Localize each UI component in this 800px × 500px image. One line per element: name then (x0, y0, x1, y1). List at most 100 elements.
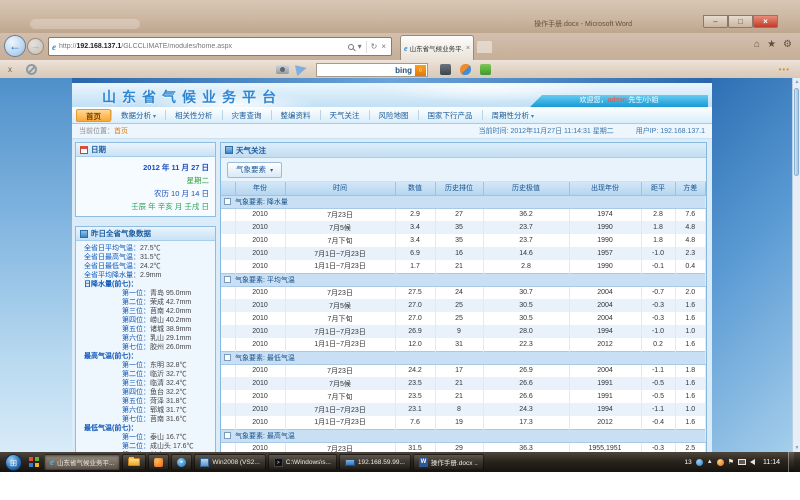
taskbar-button-cmd[interactable]: >C:\Windows\s... (268, 454, 337, 470)
table-row[interactable]: 20107月1日~7月23日23.1824.31994-1.11.0 (221, 403, 706, 416)
group-checkbox[interactable] (224, 276, 231, 283)
tab-close-icon[interactable]: × (466, 45, 470, 52)
taskbar-button-orange[interactable] (148, 454, 169, 470)
vertical-scrollbar[interactable]: ▲ ▼ (792, 78, 800, 452)
table-row[interactable]: 20107月下旬23.52126.61991-0.51.6 (221, 390, 706, 403)
firefox-tray-icon[interactable] (717, 459, 724, 466)
close-button[interactable]: × (753, 15, 778, 28)
new-tab-stub[interactable] (477, 41, 492, 53)
browser-tab[interactable]: e 山东省气候业务平... × (400, 35, 474, 60)
taskbar-button-rdp[interactable]: 192.168.59.99... (339, 454, 411, 470)
table-row[interactable]: 20107月23日27.52430.72004-0.72.0 (221, 286, 706, 299)
nav-item-2[interactable]: 相关性分析 (166, 109, 222, 122)
system-tray: 13 ▲ ⚑ 11:14 (685, 452, 798, 472)
tray-badge[interactable]: 13 (685, 459, 692, 466)
home-icon[interactable]: ⌂ (754, 39, 760, 50)
hidden-icons-arrow[interactable]: ▲ (707, 459, 713, 465)
taskbar-button-media[interactable]: ▸ (171, 454, 192, 470)
start-button[interactable]: ⊞ (5, 454, 22, 471)
finder-icon[interactable] (440, 64, 451, 75)
nav-item-1[interactable]: 数据分析▾ (112, 109, 165, 122)
table-row[interactable]: 20107月5候27.02530.52004-0.31.6 (221, 299, 706, 312)
table-cell: 30.5 (483, 312, 569, 325)
rank-label: 第三位： (122, 308, 150, 315)
table-cell: 1974 (569, 208, 641, 221)
taskbar-button-ie[interactable]: e山东省气候业务平... (44, 454, 120, 470)
taskbar-button-folder[interactable] (122, 454, 146, 470)
table-row[interactable]: 20107月1日~7月23日6.91614.61957-1.02.3 (221, 247, 706, 260)
send-icon[interactable] (295, 63, 308, 76)
url-dropdown-icon[interactable]: ▾ (358, 42, 362, 51)
table-row[interactable]: 20101月1日~7月23日1.7212.81990-0.10.4 (221, 260, 706, 273)
address-bar[interactable]: e http://192.168.137.1/GLCCLIMATE/module… (48, 37, 392, 56)
table-cell: 2010 (235, 390, 285, 403)
nav-item-3[interactable]: 灾害查询 (223, 109, 271, 122)
volume-icon[interactable] (750, 459, 755, 465)
taskbar-button-word[interactable]: W操作手册.docx .. (413, 454, 484, 470)
weather-rank-row: 第四位：崂山 40.2mm (76, 316, 215, 325)
rank-label: 第七位： (122, 344, 150, 351)
table-cell: -0.3 (641, 312, 675, 325)
show-desktop-button[interactable] (788, 452, 794, 472)
element-filter-button[interactable]: 气象要素 ▾ (227, 162, 282, 178)
table-cell: 2.8 (641, 208, 675, 221)
more-options-icon[interactable]: ••• (779, 65, 790, 74)
table-row[interactable]: 20101月1日~7月23日7.61917.32012-0.41.6 (221, 416, 706, 429)
search-go-button[interactable]: ○ (415, 65, 426, 76)
table-row[interactable]: 20107月5候23.52126.61991-0.51.6 (221, 377, 706, 390)
table-row[interactable]: 20107月23日2.92736.219742.87.6 (221, 208, 706, 221)
table-row[interactable]: 20107月下旬3.43523.719901.84.8 (221, 234, 706, 247)
minimize-button[interactable]: – (703, 15, 728, 28)
table-row[interactable]: 20101月1日~7月23日12.03122.320120.21.6 (221, 338, 706, 351)
refresh-icon[interactable]: ↻ (371, 42, 378, 51)
camera-icon[interactable] (276, 65, 289, 74)
network-icon[interactable] (738, 459, 746, 465)
taskbar-button-window[interactable]: Win2008 (VS2... (194, 454, 265, 470)
group-checkbox[interactable] (224, 432, 231, 439)
back-button[interactable]: ← (4, 35, 26, 57)
nav-item-4[interactable]: 整编资料 (272, 109, 320, 122)
folder-icon (128, 458, 140, 466)
nav-item-7[interactable]: 国家下行产品 (419, 109, 482, 122)
scroll-up-icon[interactable]: ▲ (793, 79, 800, 85)
blocker-icon[interactable] (26, 64, 37, 75)
messenger-tray-icon[interactable] (696, 459, 703, 466)
table-cell: 26.6 (483, 377, 569, 390)
nav-item-8[interactable]: 周期性分析▾ (483, 109, 544, 122)
clock[interactable]: 11:14 (763, 459, 780, 466)
breadcrumb-current[interactable]: 首页 (114, 126, 128, 136)
nav-item-label: 整编资料 (281, 111, 311, 120)
nav-item-5[interactable]: 天气关注 (321, 109, 369, 122)
group-checkbox[interactable] (224, 354, 231, 361)
favorites-icon[interactable]: ★ (767, 39, 776, 50)
highlight-icon[interactable] (460, 64, 471, 75)
toolbar-search-box[interactable]: bing ○ (316, 63, 428, 77)
row-checkbox-cell (221, 299, 235, 312)
table-row[interactable]: 20107月1日~7月23日26.9928.01994-1.01.0 (221, 325, 706, 338)
table-row[interactable]: 20107月23日31.52936.31955,1951-0.32.5 (221, 442, 706, 452)
weather-rank-row: 第七位：胶州 26.0mm (76, 343, 215, 352)
table-cell: 23.1 (395, 403, 435, 416)
group-checkbox[interactable] (224, 198, 231, 205)
addon-icon[interactable] (480, 64, 491, 75)
column-header: 出现年份 (569, 182, 641, 195)
action-center-icon[interactable]: ⚑ (728, 458, 734, 466)
scrollbar-thumb[interactable] (794, 88, 799, 176)
toolbar-close-icon[interactable]: x (8, 65, 12, 74)
forward-button[interactable]: → (27, 38, 44, 55)
maximize-button[interactable]: □ (728, 15, 753, 28)
launcher-icon[interactable] (29, 457, 39, 467)
settings-icon[interactable]: ⚙ (783, 39, 792, 50)
nav-item-0[interactable]: 首页 (76, 109, 111, 122)
scroll-down-icon[interactable]: ▼ (793, 445, 800, 451)
weather-label: 全省平均降水量： (76, 272, 140, 279)
table-row[interactable]: 20107月下旬27.02530.52004-0.31.6 (221, 312, 706, 325)
nav-item-6[interactable]: 风险地图 (370, 109, 418, 122)
search-icon[interactable] (348, 44, 354, 50)
main-navigation: 首页数据分析▾相关性分析灾害查询 整编资料 天气关注风险地图国家下行产品周期性分析▾ (72, 107, 712, 124)
chevron-down-icon: ▾ (531, 114, 534, 120)
weather-rank-row: 第四位：鱼台 32.2℃ (76, 388, 215, 397)
stop-icon[interactable]: × (381, 42, 386, 51)
table-row[interactable]: 20107月23日24.21726.92004-1.11.8 (221, 364, 706, 377)
table-row[interactable]: 20107月5候3.43523.719901.84.8 (221, 221, 706, 234)
